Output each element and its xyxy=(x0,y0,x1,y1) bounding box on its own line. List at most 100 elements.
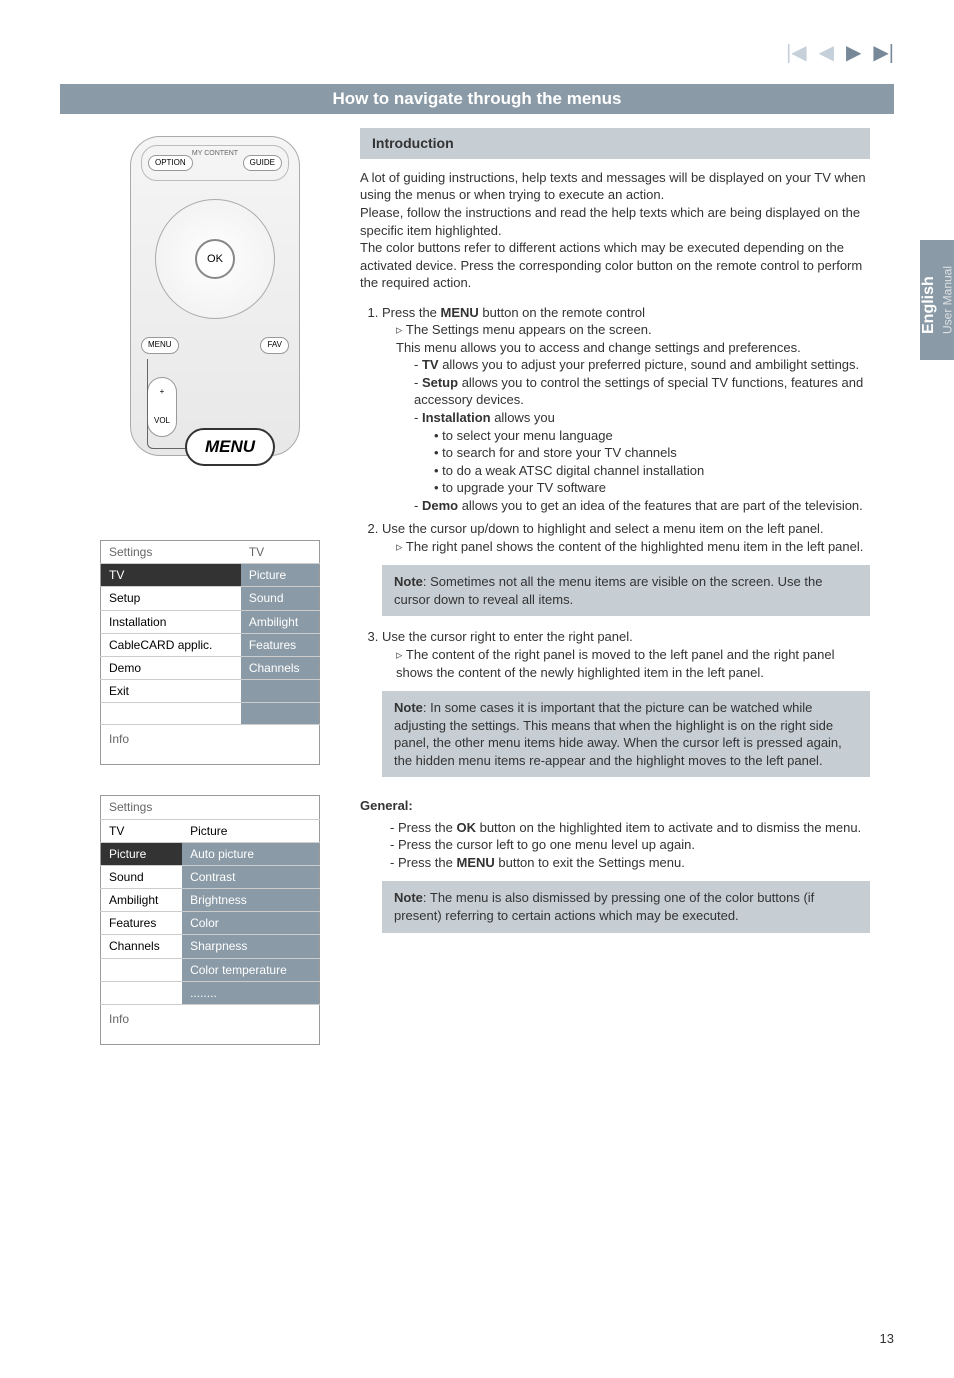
note2-t: : In some cases it is important that the… xyxy=(394,700,842,768)
t1-r1l: Setup xyxy=(101,587,241,610)
steps-list: Press the MENU button on the remote cont… xyxy=(360,304,870,556)
step3-tri: The content of the right panel is moved … xyxy=(396,646,870,681)
remote-top-row: OPTION GUIDE xyxy=(141,145,289,181)
gen3: Press the MENU button to exit the Settin… xyxy=(390,854,870,872)
note3-b: Note xyxy=(394,890,423,905)
note1-t: : Sometimes not all the menu items are v… xyxy=(394,574,822,607)
t1-head-r: TV xyxy=(241,541,320,564)
dash-demo: Demo allows you to get an idea of the fe… xyxy=(414,497,870,515)
dash-setup: Setup allows you to control the settings… xyxy=(414,374,870,409)
page-number: 13 xyxy=(880,1330,894,1348)
t1-r4r: Channels xyxy=(241,656,320,679)
gen1: Press the OK button on the highlighted i… xyxy=(390,819,870,837)
t2-r0r: Auto picture xyxy=(182,842,319,865)
t1-r6r xyxy=(241,703,320,725)
settings-table-1: SettingsTV TVPicture SetupSound Installa… xyxy=(100,540,320,765)
intro-p1: A lot of guiding instructions, help text… xyxy=(360,169,870,204)
t2-r5r: Color temperature xyxy=(182,958,319,981)
gen3a: Press the xyxy=(398,855,457,870)
ok-button: OK xyxy=(195,239,235,279)
remote-row2: MENU FAV xyxy=(141,337,289,354)
note1-b: Note xyxy=(394,574,423,589)
t1-r5r xyxy=(241,680,320,703)
gen2: Press the cursor left to go one menu lev… xyxy=(390,836,870,854)
gen1a: Press the xyxy=(398,820,457,835)
guide-button: GUIDE xyxy=(243,155,282,172)
t1-r3l: CableCARD applic. xyxy=(101,633,241,656)
note3-t: : The menu is also dismissed by pressing… xyxy=(394,890,814,923)
t2-r4l: Channels xyxy=(101,935,183,958)
dash-tv-b: TV xyxy=(422,357,439,372)
t2-head-r xyxy=(182,796,319,819)
step-1: Press the MENU button on the remote cont… xyxy=(382,304,870,515)
nav-bar: |◀ ◀ ▶ ▶| xyxy=(786,40,894,67)
step1-sub: This menu allows you to access and chang… xyxy=(396,340,801,355)
dash-demo-b: Demo xyxy=(422,498,458,513)
language-tab: English User Manual xyxy=(920,240,954,360)
main-content: Introduction A lot of guiding instructio… xyxy=(360,128,870,943)
dash-tv: TV allows you to adjust your preferred p… xyxy=(414,356,870,374)
steps-list-2: Use the cursor right to enter the right … xyxy=(360,628,870,681)
nav-next-icon[interactable]: ▶ xyxy=(846,40,861,67)
note-box-3: Note: The menu is also dismissed by pres… xyxy=(382,881,870,932)
intro-p3: The color buttons refer to different act… xyxy=(360,239,870,292)
dot3: to do a weak ATSC digital channel instal… xyxy=(434,462,870,480)
gen1c: button on the highlighted item to activa… xyxy=(476,820,861,835)
dash-inst-b: Installation xyxy=(422,410,491,425)
t1-r2r: Ambilight xyxy=(241,610,320,633)
t2-head-l: Settings xyxy=(101,796,183,819)
t1-r6l xyxy=(101,703,241,725)
dash-demo-t: allows you to get an idea of the feature… xyxy=(458,498,863,513)
t1-head-l: Settings xyxy=(101,541,241,564)
introduction-heading: Introduction xyxy=(360,128,870,159)
t1-r2l: Installation xyxy=(101,610,241,633)
nav-prev-icon[interactable]: ◀ xyxy=(819,40,834,67)
option-button: OPTION xyxy=(148,155,193,172)
step2-tri: The right panel shows the content of the… xyxy=(396,538,870,556)
dpad-ring: OK xyxy=(155,199,275,319)
t2-r5l xyxy=(101,958,183,981)
dot1: to select your menu language xyxy=(434,427,870,445)
menu-callout: MENU xyxy=(185,428,275,466)
step-3: Use the cursor right to enter the right … xyxy=(382,628,870,681)
dot2: to search for and store your TV channels xyxy=(434,444,870,462)
nav-first-icon[interactable]: |◀ xyxy=(786,40,807,67)
general-heading: General: xyxy=(360,797,870,815)
step3-text: Use the cursor right to enter the right … xyxy=(382,629,633,644)
t1-r5l: Exit xyxy=(101,680,241,703)
t2-r3l: Features xyxy=(101,912,183,935)
dot4: to upgrade your TV software xyxy=(434,479,870,497)
lang-sub: User Manual xyxy=(941,266,954,334)
step1-bold: MENU xyxy=(441,305,479,320)
dash-tv-t: allows you to adjust your preferred pict… xyxy=(439,357,860,372)
nav-last-icon[interactable]: ▶| xyxy=(873,40,894,67)
intro-p2: Please, follow the instructions and read… xyxy=(360,204,870,239)
page-title: How to navigate through the menus xyxy=(60,84,894,114)
gen3b: MENU xyxy=(456,855,494,870)
t1-r0l: TV xyxy=(101,564,241,587)
t2-r1l: Sound xyxy=(101,865,183,888)
t2-r4r: Sharpness xyxy=(182,935,319,958)
note-box-2: Note: In some cases it is important that… xyxy=(382,691,870,777)
t2-sub-r: Picture xyxy=(182,819,319,842)
t2-sub-l: TV xyxy=(101,819,183,842)
step2-text: Use the cursor up/down to highlight and … xyxy=(382,521,824,536)
t2-r2l: Ambilight xyxy=(101,889,183,912)
t2-r6r: ........ xyxy=(182,981,319,1004)
menu-button: MENU xyxy=(141,337,179,354)
settings-table-2: Settings TVPicture PictureAuto picture S… xyxy=(100,795,320,1045)
step-2: Use the cursor up/down to highlight and … xyxy=(382,520,870,555)
t2-r2r: Brightness xyxy=(182,889,319,912)
note-box-1: Note: Sometimes not all the menu items a… xyxy=(382,565,870,616)
t2-r0l: Picture xyxy=(101,842,183,865)
step1-tri-text: The Settings menu appears on the screen. xyxy=(406,322,652,337)
dash-setup-t: allows you to control the settings of sp… xyxy=(414,375,863,408)
t2-r1r: Contrast xyxy=(182,865,319,888)
t1-r1r: Sound xyxy=(241,587,320,610)
note2-b: Note xyxy=(394,700,423,715)
left-column: MY CONTENT OPTION GUIDE OK MENU FAV + VO… xyxy=(100,140,330,1045)
remote-illustration: MY CONTENT OPTION GUIDE OK MENU FAV + VO… xyxy=(100,140,330,510)
lang-label: English xyxy=(920,276,937,334)
dash-setup-b: Setup xyxy=(422,375,458,390)
step1-tri: The Settings menu appears on the screen.… xyxy=(396,321,870,514)
